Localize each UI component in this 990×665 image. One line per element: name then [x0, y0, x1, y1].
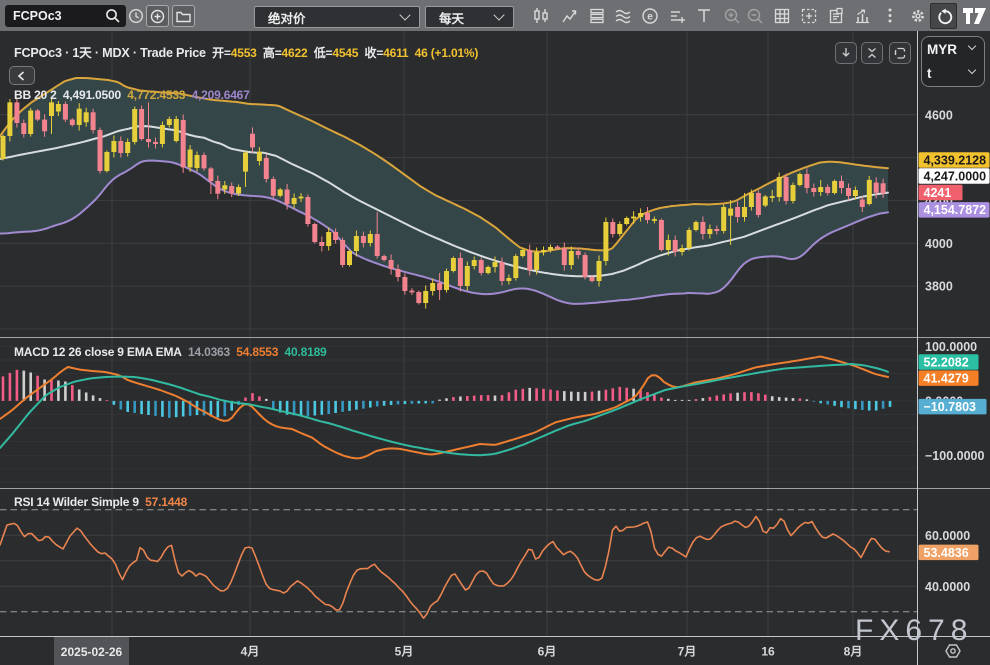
svg-text:4,154.7872: 4,154.7872 [924, 203, 987, 217]
svg-text:4,339.2128: 4,339.2128 [924, 153, 987, 167]
svg-text:2025-02-26: 2025-02-26 [61, 645, 123, 659]
svg-text:FX678: FX678 [855, 614, 973, 647]
svg-text:8月: 8月 [844, 645, 863, 659]
svg-text:4月: 4月 [241, 645, 260, 659]
svg-text:52.2082: 52.2082 [924, 355, 969, 369]
svg-text:e: e [647, 12, 653, 23]
svg-text:−100.0000: −100.0000 [925, 449, 984, 463]
svg-text:−10.7803: −10.7803 [924, 400, 977, 414]
svg-text:5月: 5月 [395, 645, 414, 659]
svg-text:4241: 4241 [924, 186, 952, 200]
svg-text:6月: 6月 [538, 645, 557, 659]
svg-text:41.4279: 41.4279 [924, 372, 969, 386]
svg-text:4,247.0000: 4,247.0000 [924, 169, 987, 183]
svg-text:60.0000: 60.0000 [925, 529, 970, 543]
svg-text:40.0000: 40.0000 [925, 580, 970, 594]
svg-text:4600: 4600 [925, 108, 953, 122]
svg-text:3800: 3800 [925, 280, 953, 294]
svg-text:4000: 4000 [925, 237, 953, 251]
svg-text:7月: 7月 [678, 645, 697, 659]
svg-text:53.4836: 53.4836 [924, 546, 969, 560]
svg-text:16: 16 [761, 645, 775, 659]
svg-text:100.0000: 100.0000 [925, 340, 977, 354]
